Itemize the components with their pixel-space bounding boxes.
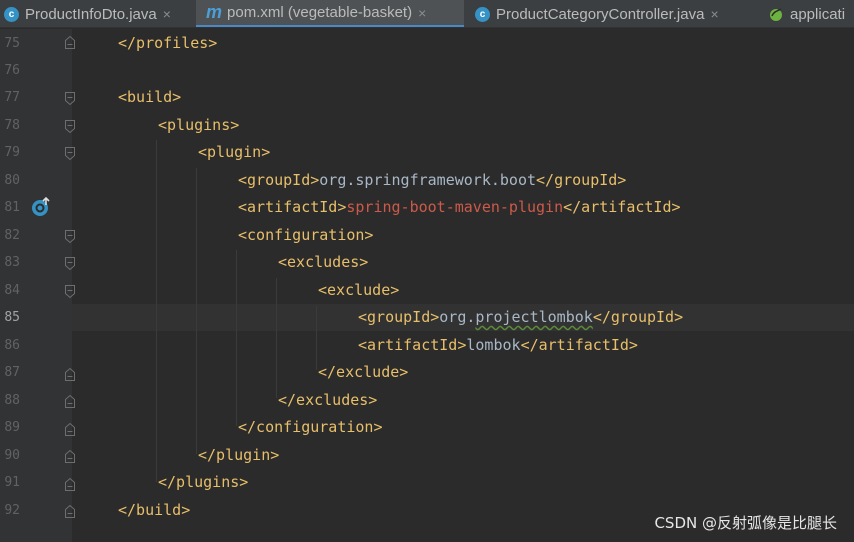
code-line: <build> bbox=[118, 84, 181, 111]
xml-tag: <exclude> bbox=[318, 281, 400, 299]
xml-tag: </plugin> bbox=[198, 446, 280, 464]
spring-boot-run-icon[interactable] bbox=[30, 196, 52, 218]
code-line: <exclude> bbox=[318, 277, 399, 304]
fold-start-icon bbox=[65, 92, 75, 106]
xml-tag: <excludes> bbox=[278, 253, 369, 271]
xml-tag: </excludes> bbox=[278, 391, 378, 409]
xml-tag: </configuration> bbox=[238, 418, 383, 436]
code-line: </excludes> bbox=[278, 387, 377, 414]
fold-start-icon bbox=[65, 120, 75, 134]
code-line: <artifactId>lombok</artifactId> bbox=[358, 332, 638, 359]
fold-markers bbox=[65, 35, 75, 518]
fold-start-icon bbox=[65, 257, 75, 271]
maven-icon: m bbox=[206, 2, 223, 22]
code-line: <plugin> bbox=[198, 139, 270, 166]
spring-icon bbox=[770, 8, 782, 21]
xml-tag: <artifactId> bbox=[358, 336, 467, 354]
xml-tag: <artifactId> bbox=[238, 198, 347, 216]
code-line: </plugins> bbox=[158, 469, 248, 496]
code-line: <configuration> bbox=[238, 222, 373, 249]
tab-label: ProductCategoryController.java bbox=[496, 5, 705, 23]
xml-tag: </exclude> bbox=[318, 363, 409, 381]
code-line: </profiles> bbox=[118, 30, 217, 57]
indent-guide bbox=[316, 306, 317, 370]
code-line-current: <groupId>org.projectlombok</groupId> bbox=[358, 304, 683, 331]
fold-start-icon bbox=[65, 285, 75, 299]
xml-value-spellcheck: projectlombok bbox=[475, 308, 593, 326]
indent-guide bbox=[156, 140, 157, 482]
code-line: </build> bbox=[118, 497, 190, 524]
indent-guide bbox=[236, 250, 237, 426]
code-line: <groupId>org.springframework.boot</group… bbox=[238, 167, 626, 194]
code-line: </configuration> bbox=[238, 414, 383, 441]
xml-tag: </profiles> bbox=[118, 34, 218, 52]
tab-pom-xml[interactable]: m pom.xml (vegetable-basket) × bbox=[196, 0, 464, 27]
xml-tag: <plugin> bbox=[198, 143, 271, 161]
fold-end-icon bbox=[65, 449, 75, 463]
fold-end-icon bbox=[65, 394, 75, 408]
fold-end-icon bbox=[65, 422, 75, 436]
xml-tag: <groupId> bbox=[358, 308, 440, 326]
xml-tag: </groupId> bbox=[592, 308, 684, 326]
close-icon[interactable]: × bbox=[418, 5, 426, 21]
fold-start-icon bbox=[65, 230, 75, 244]
fold-end-icon bbox=[65, 504, 75, 518]
xml-tag: <configuration> bbox=[238, 226, 374, 244]
code-line: </plugin> bbox=[198, 442, 279, 469]
close-icon[interactable]: × bbox=[710, 6, 718, 22]
indent-guide bbox=[276, 278, 277, 398]
java-class-icon: c bbox=[475, 6, 490, 22]
fold-end-icon bbox=[65, 35, 75, 49]
xml-tag: </groupId> bbox=[536, 171, 627, 189]
csdn-watermark: CSDN @反射弧像是比腿长 bbox=[654, 514, 837, 532]
xml-value: lombok bbox=[466, 336, 521, 354]
code-line: <excludes> bbox=[278, 249, 368, 276]
fold-start-icon bbox=[65, 147, 75, 161]
xml-value-unresolved: spring-boot-maven-plugin bbox=[346, 198, 564, 216]
xml-value: org.springframework.boot bbox=[319, 171, 537, 189]
xml-tag: <groupId> bbox=[238, 171, 320, 189]
xml-tag: <build> bbox=[118, 88, 182, 106]
xml-tag: </plugins> bbox=[158, 473, 249, 491]
xml-tag: </build> bbox=[118, 501, 191, 519]
indent-guide bbox=[196, 168, 197, 454]
tab-productcategorycontroller[interactable]: c ProductCategoryController.java × bbox=[466, 0, 762, 27]
tab-label: applicati bbox=[790, 5, 846, 23]
fold-end-icon bbox=[65, 367, 75, 381]
xml-tag: </artifactId> bbox=[520, 336, 638, 354]
close-icon[interactable]: × bbox=[163, 6, 171, 22]
tab-application[interactable]: applicati bbox=[764, 0, 854, 27]
xml-value: org. bbox=[439, 308, 476, 326]
tab-label: pom.xml (vegetable-basket) bbox=[227, 4, 413, 21]
editor-tab-bar: c ProductInfoDto.java × m pom.xml (veget… bbox=[0, 0, 854, 28]
fold-end-icon bbox=[65, 477, 75, 491]
code-line: <plugins> bbox=[158, 112, 239, 139]
xml-tag: <plugins> bbox=[158, 116, 240, 134]
code-line: <artifactId>spring-boot-maven-plugin</ar… bbox=[238, 194, 681, 221]
code-line: </exclude> bbox=[318, 359, 408, 386]
xml-tag: </artifactId> bbox=[563, 198, 681, 216]
